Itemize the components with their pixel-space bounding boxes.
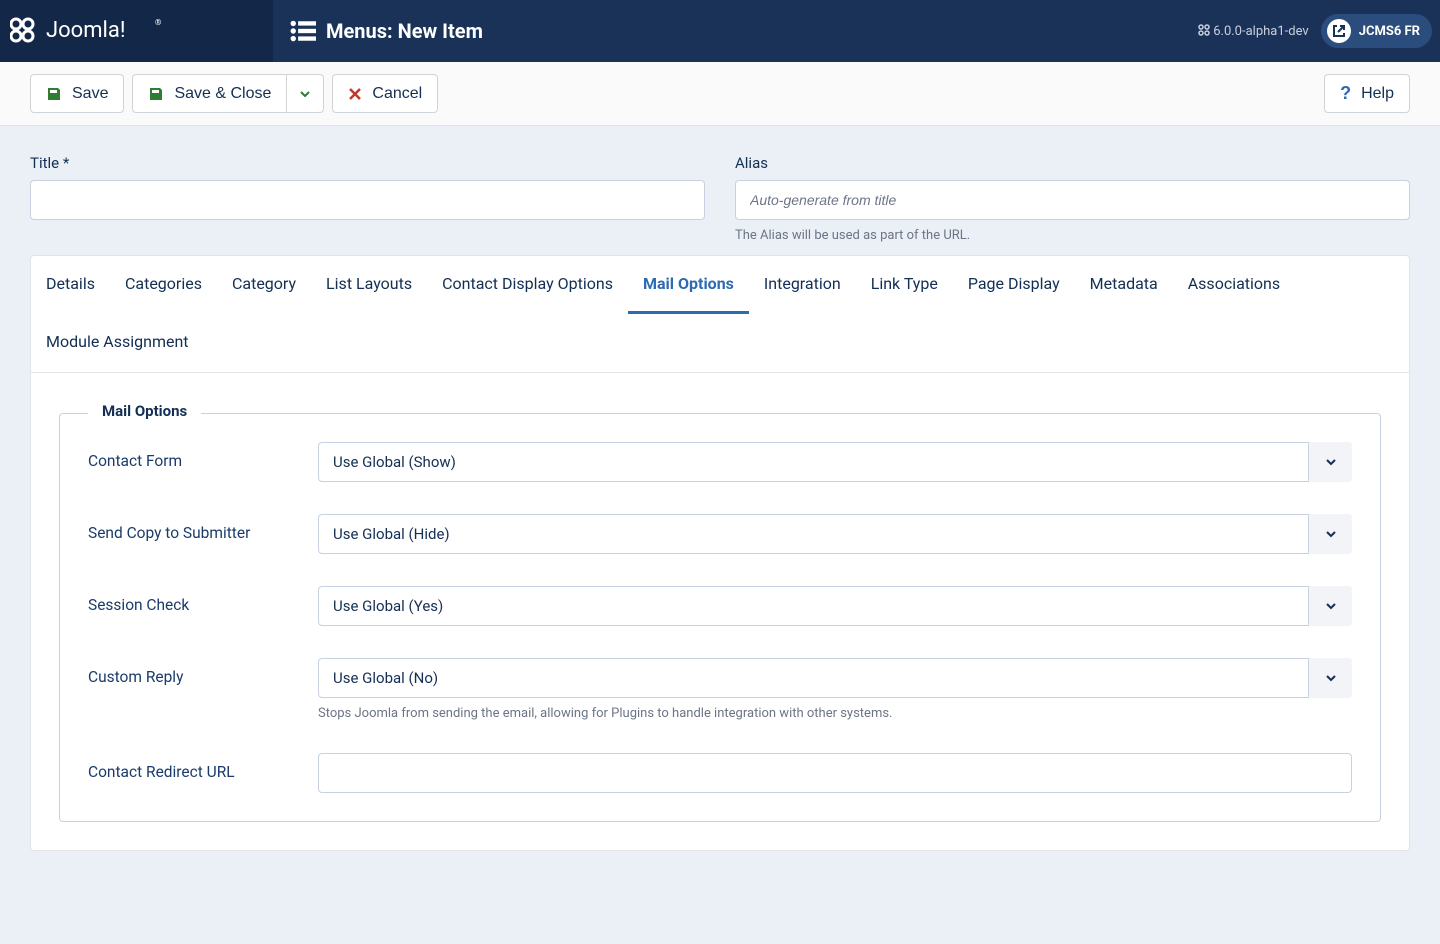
cancel-button[interactable]: Cancel <box>332 74 438 113</box>
field-row: Contact FormUse Global (Show) <box>88 442 1352 482</box>
top-header: Joomla! ® Menus: New Item 6.0.0-alpha1-d… <box>0 0 1440 62</box>
field-label: Send Copy to Submitter <box>88 514 318 542</box>
version-link[interactable]: 6.0.0-alpha1-dev <box>1198 24 1309 39</box>
save-icon <box>148 86 164 102</box>
alias-label: Alias <box>735 154 1410 172</box>
select-contact-form[interactable]: Use Global (Show) <box>318 442 1352 482</box>
select-send-copy-to-submitter[interactable]: Use Global (Hide) <box>318 514 1352 554</box>
mail-options-fieldset: Mail Options Contact FormUse Global (Sho… <box>59 413 1381 822</box>
field-control <box>318 753 1352 793</box>
field-row: Custom ReplyUse Global (No) Stops Joomla … <box>88 658 1352 721</box>
field-row: Send Copy to SubmitterUse Global (Hide) <box>88 514 1352 554</box>
form-header: Title * Alias The Alias will be used as … <box>0 126 1440 255</box>
external-link-icon <box>1327 19 1351 43</box>
field-control: Use Global (Show) <box>318 442 1352 482</box>
svg-text:Joomla!: Joomla! <box>46 18 126 43</box>
alias-help-text: The Alias will be used as part of the UR… <box>735 228 1410 243</box>
field-label: Custom Reply <box>88 658 318 686</box>
field-label: Contact Form <box>88 442 318 470</box>
header-right: 6.0.0-alpha1-dev JCMS6 FR <box>1198 14 1440 48</box>
svg-text:®: ® <box>155 18 161 27</box>
tab-contact-display-options[interactable]: Contact Display Options <box>427 256 628 314</box>
tab-page-display[interactable]: Page Display <box>953 256 1075 314</box>
toolbar: Save Save & Close Cancel ? Help <box>0 62 1440 126</box>
tab-link-type[interactable]: Link Type <box>856 256 953 314</box>
logo-area[interactable]: Joomla! ® <box>0 0 273 62</box>
close-icon <box>348 87 362 101</box>
joomla-small-icon <box>1198 24 1210 36</box>
help-icon: ? <box>1340 83 1351 104</box>
site-open-button[interactable]: JCMS6 FR <box>1321 14 1432 48</box>
input-contact-redirect-url[interactable] <box>318 753 1352 793</box>
list-icon <box>290 20 316 42</box>
tab-details[interactable]: Details <box>31 256 110 314</box>
tab-integration[interactable]: Integration <box>749 256 856 314</box>
title-input[interactable] <box>30 180 705 220</box>
main-panel: DetailsCategoriesCategoryList LayoutsCon… <box>30 255 1410 851</box>
save-close-group: Save & Close <box>132 74 324 113</box>
field-row: Contact Redirect URL <box>88 753 1352 793</box>
page-title: Menus: New Item <box>326 19 483 43</box>
save-icon <box>46 86 62 102</box>
tab-mail-options[interactable]: Mail Options <box>628 256 749 314</box>
select-session-check[interactable]: Use Global (Yes) <box>318 586 1352 626</box>
title-label: Title * <box>30 154 705 172</box>
field-control: Use Global (No) Stops Joomla from sending… <box>318 658 1352 721</box>
tabs: DetailsCategoriesCategoryList LayoutsCon… <box>31 256 1409 373</box>
alias-input[interactable] <box>735 180 1410 220</box>
site-name-label: JCMS6 FR <box>1359 24 1420 39</box>
tab-list-layouts[interactable]: List Layouts <box>311 256 427 314</box>
tab-associations[interactable]: Associations <box>1173 256 1295 314</box>
tab-categories[interactable]: Categories <box>110 256 217 314</box>
field-control: Use Global (Hide) <box>318 514 1352 554</box>
fieldset-legend: Mail Options <box>88 402 201 420</box>
header-title-area: Menus: New Item <box>273 19 483 43</box>
select-custom-reply[interactable]: Use Global (No) <box>318 658 1352 698</box>
tab-category[interactable]: Category <box>217 256 311 314</box>
joomla-logo: Joomla! ® <box>10 14 170 48</box>
save-close-button[interactable]: Save & Close <box>132 74 287 113</box>
chevron-down-icon <box>299 88 311 100</box>
help-button[interactable]: ? Help <box>1324 74 1410 113</box>
save-dropdown-button[interactable] <box>287 74 324 113</box>
tab-metadata[interactable]: Metadata <box>1075 256 1173 314</box>
field-description: Stops Joomla from sending the email, all… <box>318 706 1352 721</box>
field-label: Session Check <box>88 586 318 614</box>
field-row: Session CheckUse Global (Yes) <box>88 586 1352 626</box>
field-control: Use Global (Yes) <box>318 586 1352 626</box>
tab-module-assignment[interactable]: Module Assignment <box>31 314 204 372</box>
save-button[interactable]: Save <box>30 74 124 113</box>
field-label: Contact Redirect URL <box>88 753 318 781</box>
